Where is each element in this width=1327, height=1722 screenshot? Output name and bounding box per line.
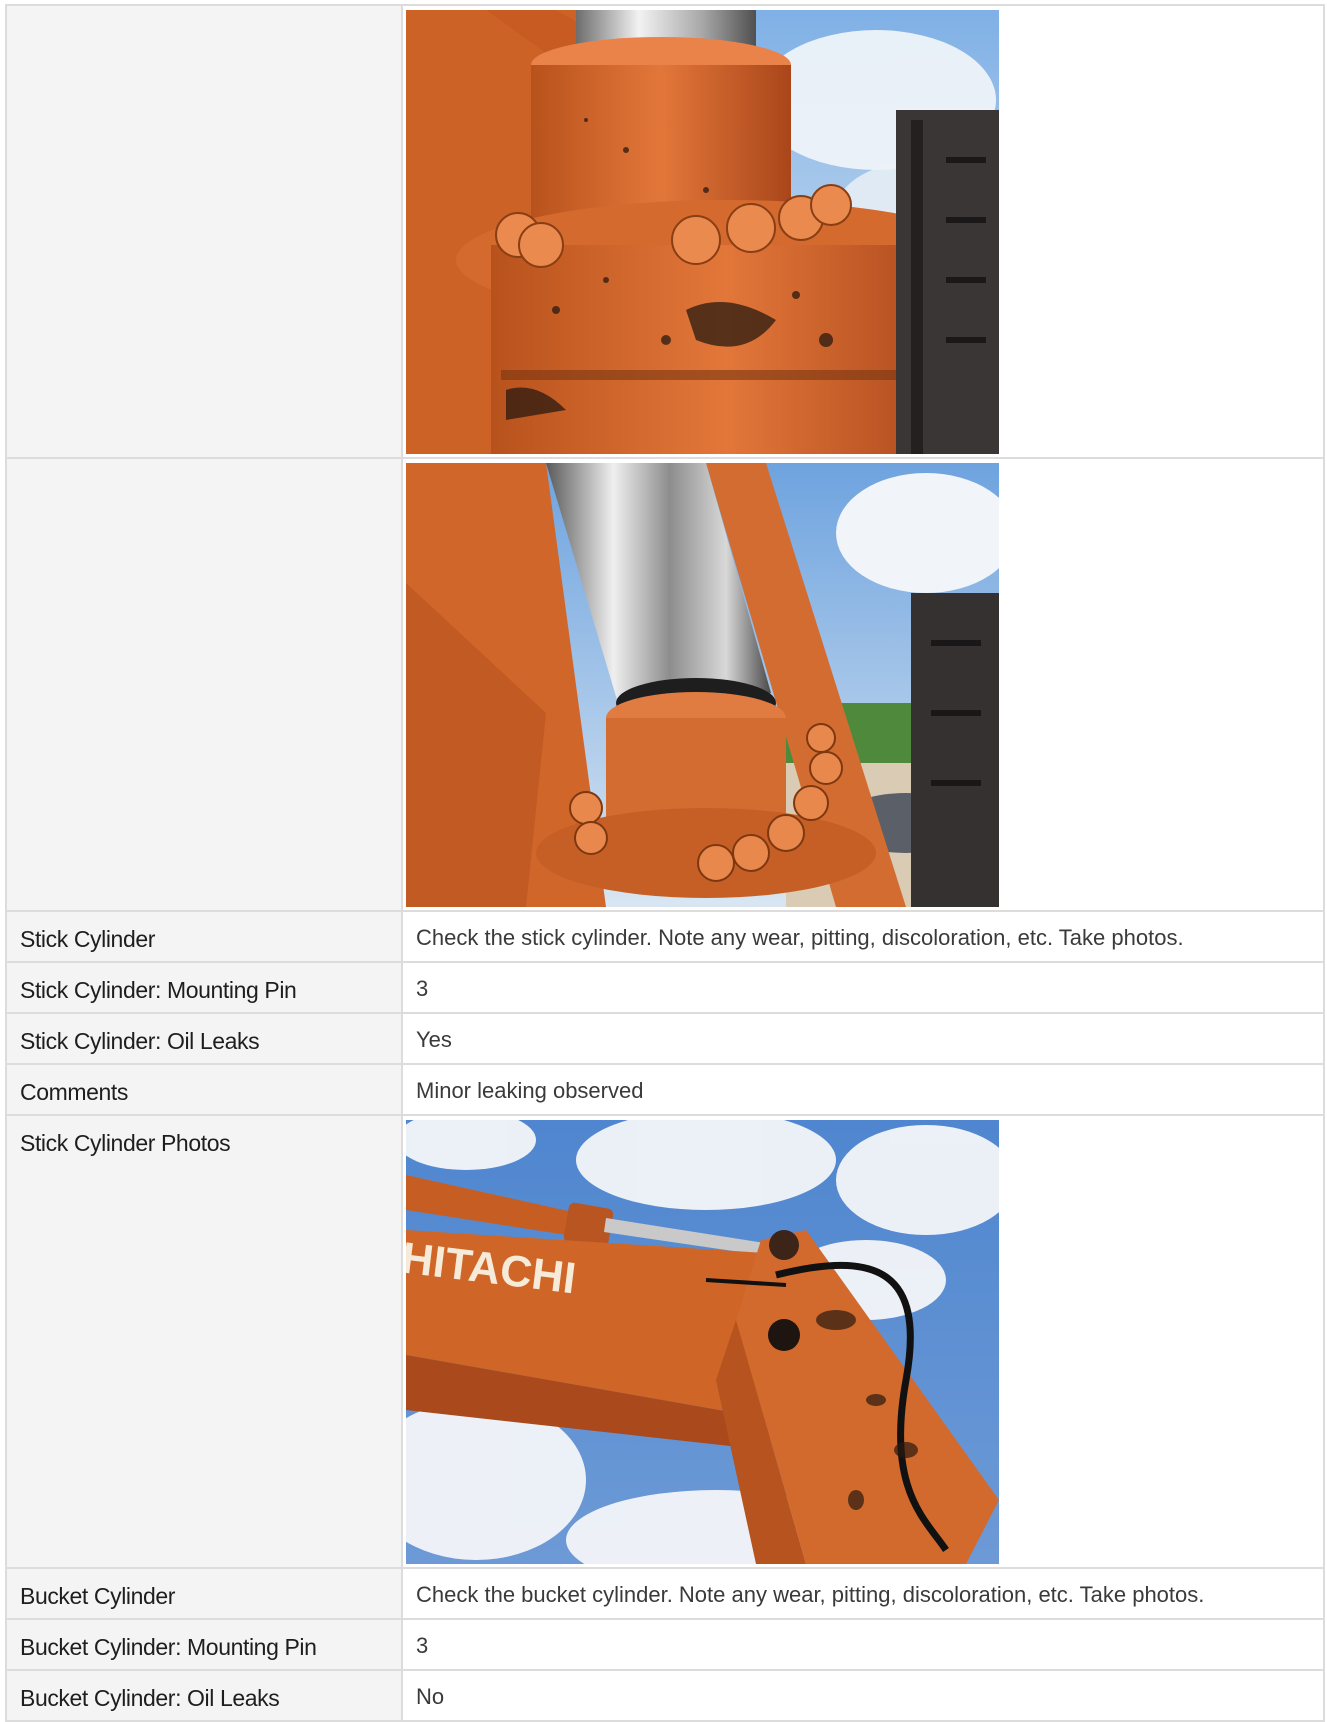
table-row bbox=[5, 4, 1325, 459]
row-value: Minor leaking observed bbox=[401, 1063, 1325, 1116]
row-label: Bucket Cylinder: Oil Leaks bbox=[5, 1669, 403, 1722]
row-label: Stick Cylinder: Mounting Pin bbox=[5, 961, 403, 1014]
table-row bbox=[5, 457, 1325, 912]
table-row: Stick Cylinder: Oil Leaks Yes bbox=[5, 1012, 1325, 1065]
photo-cell bbox=[401, 4, 1325, 459]
table-row: Bucket Cylinder: Oil Leaks No bbox=[5, 1669, 1325, 1722]
row-value: Check the stick cylinder. Note any wear,… bbox=[401, 910, 1325, 963]
table-row: Stick Cylinder Photos HITACHI bbox=[5, 1114, 1325, 1569]
table-row: Stick Cylinder: Mounting Pin 3 bbox=[5, 961, 1325, 1014]
photo-cell bbox=[401, 457, 1325, 912]
hydraulic-cylinder-base-photo[interactable] bbox=[406, 10, 999, 454]
row-value: No bbox=[401, 1669, 1325, 1722]
row-value: 3 bbox=[401, 1618, 1325, 1671]
inspection-table: Stick Cylinder Check the stick cylinder.… bbox=[5, 4, 1325, 1722]
row-value: Check the bucket cylinder. Note any wear… bbox=[401, 1567, 1325, 1620]
stick-arm-photo[interactable]: HITACHI bbox=[406, 1120, 999, 1564]
table-row: Comments Minor leaking observed bbox=[5, 1063, 1325, 1116]
table-row: Stick Cylinder Check the stick cylinder.… bbox=[5, 910, 1325, 963]
table-row: Bucket Cylinder: Mounting Pin 3 bbox=[5, 1618, 1325, 1671]
row-label: Stick Cylinder bbox=[5, 910, 403, 963]
row-label: Bucket Cylinder bbox=[5, 1567, 403, 1620]
row-label: Bucket Cylinder: Mounting Pin bbox=[5, 1618, 403, 1671]
row-label bbox=[5, 457, 403, 912]
row-value: 3 bbox=[401, 961, 1325, 1014]
row-label: Stick Cylinder: Oil Leaks bbox=[5, 1012, 403, 1065]
hydraulic-cylinder-rod-photo[interactable] bbox=[406, 463, 999, 907]
photo-cell: HITACHI bbox=[401, 1114, 1325, 1569]
table-row: Bucket Cylinder Check the bucket cylinde… bbox=[5, 1567, 1325, 1620]
row-label: Stick Cylinder Photos bbox=[5, 1114, 403, 1569]
row-label: Comments bbox=[5, 1063, 403, 1116]
row-label bbox=[5, 4, 403, 459]
row-value: Yes bbox=[401, 1012, 1325, 1065]
